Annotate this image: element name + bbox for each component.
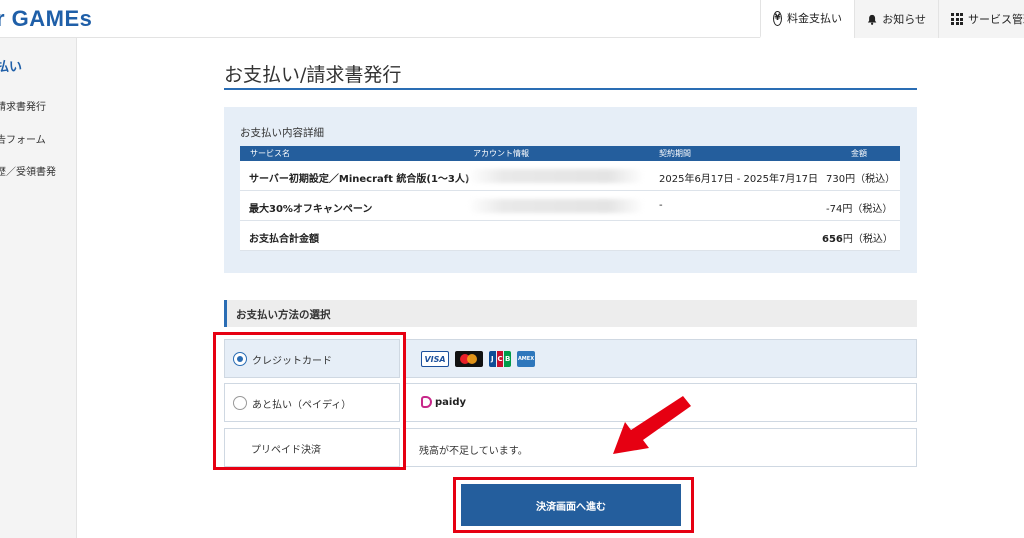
insufficient-balance-text: 残高が不足しています。 bbox=[419, 446, 528, 457]
nav-notices[interactable]: お知らせ bbox=[854, 0, 938, 38]
sidebar-title: 払い bbox=[0, 60, 23, 75]
method-heading: お支払い方法の選択 bbox=[236, 309, 331, 321]
detail-table: サービス名 アカウント情報 契約期間 金額 サーバー初期設定／Minecraft… bbox=[240, 146, 900, 251]
account-redacted bbox=[468, 199, 644, 213]
row-service: 最大30%オフキャンペーン bbox=[249, 204, 373, 215]
yen-icon: ¥ bbox=[773, 10, 782, 26]
account-redacted bbox=[468, 169, 644, 183]
detail-heading: お支払い内容詳細 bbox=[240, 127, 324, 139]
card-brands: VISA JCB AMEX bbox=[421, 351, 535, 367]
nav-billing[interactable]: ¥ 料金支払い bbox=[760, 0, 854, 38]
title-divider bbox=[224, 88, 917, 90]
nav-notices-label: お知らせ bbox=[882, 13, 926, 26]
total-label: お支払合計金額 bbox=[249, 234, 319, 245]
bell-icon bbox=[867, 14, 877, 25]
nav-service[interactable]: サービス管理 bbox=[938, 0, 1024, 38]
row-amount: 730円（税込） bbox=[826, 174, 896, 185]
proceed-to-payment-button[interactable]: 決済画面へ進む bbox=[461, 484, 681, 526]
table-row-total: お支払合計金額 656円（税込） bbox=[240, 221, 900, 251]
paidy-logo: paidy bbox=[421, 396, 466, 408]
paidy-wordmark: paidy bbox=[435, 396, 467, 408]
nav-billing-label: 料金支払い bbox=[787, 12, 842, 25]
sidebar-item-report-form[interactable]: 告フォーム bbox=[0, 131, 46, 146]
total-value: 656 bbox=[822, 234, 843, 245]
page-title: お支払い/請求書発行 bbox=[224, 64, 402, 86]
col-period: 契約期間 bbox=[659, 149, 691, 158]
site-logo[interactable]: r GAMEs bbox=[0, 6, 92, 32]
row-period: - bbox=[659, 200, 663, 211]
row-period: 2025年6月17日 - 2025年7月17日 bbox=[659, 174, 819, 185]
option-desc-cell: VISA JCB AMEX bbox=[404, 339, 917, 378]
nav-service-label: サービス管理 bbox=[968, 13, 1024, 26]
sidebar-item-history[interactable]: 歴／受領書発 bbox=[0, 163, 56, 178]
mastercard-logo bbox=[455, 351, 483, 367]
table-row: サーバー初期設定／Minecraft 統合版(1〜3人) 2025年6月17日 … bbox=[240, 161, 900, 191]
visa-logo: VISA bbox=[421, 351, 449, 367]
red-arrow-icon bbox=[613, 396, 691, 454]
amex-logo: AMEX bbox=[517, 351, 535, 367]
col-amount: 金額 bbox=[851, 149, 867, 158]
grid-icon bbox=[951, 13, 963, 25]
paidy-icon bbox=[421, 396, 432, 408]
jcb-logo: JCB bbox=[489, 351, 512, 367]
sidebar-item-invoice[interactable]: 請求書発行 bbox=[0, 98, 46, 113]
table-row: 最大30%オフキャンペーン - -74円（税込） bbox=[240, 191, 900, 221]
top-nav: ¥ 料金支払い お知らせ サービス管理 bbox=[760, 0, 1024, 38]
top-header: r GAMEs ¥ 料金支払い お知らせ サービス管理 bbox=[0, 0, 1024, 38]
highlight-options-box bbox=[213, 332, 406, 470]
sidebar: 払い 請求書発行 告フォーム 歴／受領書発 bbox=[0, 38, 77, 538]
col-account: アカウント情報 bbox=[473, 149, 529, 158]
table-header: サービス名 アカウント情報 契約期間 金額 bbox=[240, 146, 900, 161]
total-amount: 656円（税込） bbox=[822, 230, 893, 245]
row-amount: -74円（税込） bbox=[826, 204, 893, 215]
method-heading-bar: お支払い方法の選択 bbox=[224, 300, 917, 327]
row-service: サーバー初期設定／Minecraft 統合版(1〜3人) bbox=[249, 174, 470, 185]
col-service: サービス名 bbox=[250, 149, 290, 158]
total-suffix: 円（税込） bbox=[842, 234, 893, 245]
payment-detail-panel: お支払い内容詳細 サービス名 アカウント情報 契約期間 金額 サーバー初期設定／… bbox=[224, 107, 917, 273]
